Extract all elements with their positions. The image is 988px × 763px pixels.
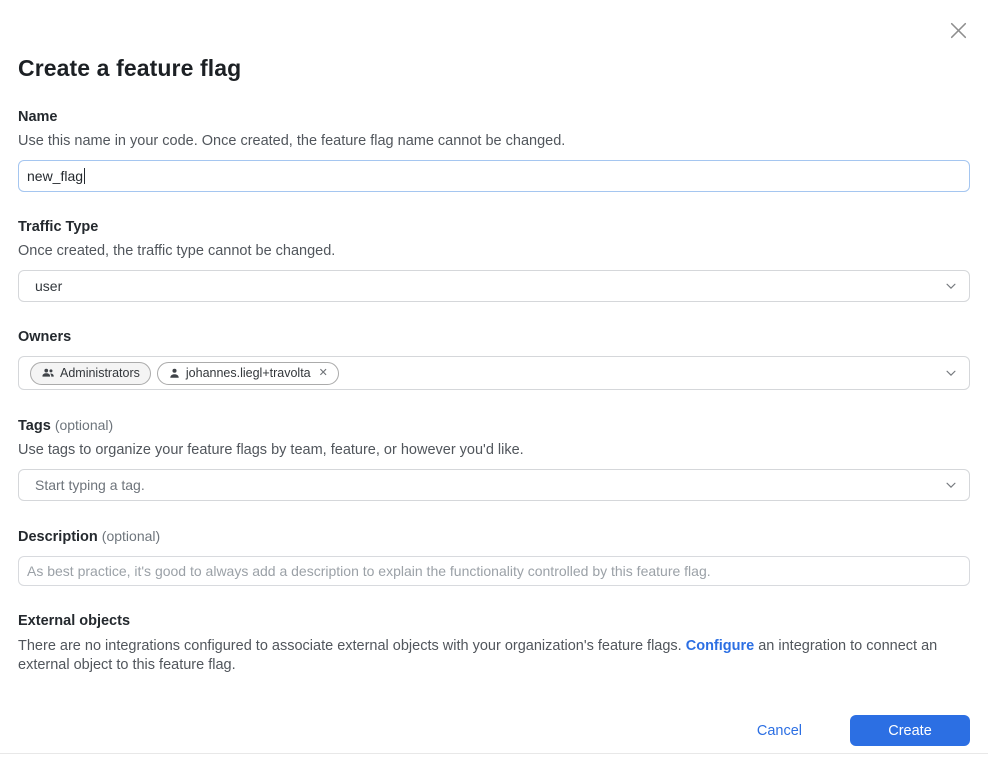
description-label-text: Description [18,529,98,545]
name-description: Use this name in your code. Once created… [18,132,970,151]
owner-chip-administrators[interactable]: Administrators [30,362,151,385]
configure-link[interactable]: Configure [686,638,754,654]
owner-chip-label: johannes.liegl+travolta [186,366,311,380]
description-label: Description (optional) [18,526,970,547]
name-field-section: Name Use this name in your code. Once cr… [18,107,970,192]
chevron-down-icon [944,478,958,492]
tags-section: Tags (optional) Use tags to organize you… [18,415,970,501]
description-optional-hint: (optional) [102,528,160,544]
tags-label: Tags (optional) [18,415,970,436]
remove-owner-icon[interactable]: ✕ [319,368,328,379]
traffic-type-select[interactable]: user [18,270,970,302]
group-icon [41,366,55,380]
external-objects-label: External objects [18,611,970,631]
description-input-wrap [18,556,970,586]
chevron-down-icon [944,366,958,380]
name-input[interactable]: new_flag [18,160,970,192]
bottom-divider [0,753,988,754]
tags-input[interactable] [35,477,935,493]
text-caret [84,168,85,184]
create-button[interactable]: Create [850,715,970,746]
owner-chip-user[interactable]: johannes.liegl+travolta ✕ [157,362,339,385]
close-x-glyph [948,20,969,41]
owners-label: Owners [18,327,970,347]
dialog-footer: Cancel Create [18,715,970,746]
tags-description: Use tags to organize your feature flags … [18,441,970,460]
tags-select[interactable] [18,469,970,501]
name-label: Name [18,107,970,127]
traffic-type-label: Traffic Type [18,217,970,237]
external-text-before: There are no integrations configured to … [18,638,686,654]
chevron-down-icon [944,279,958,293]
cancel-button[interactable]: Cancel [743,717,816,745]
dialog-title: Create a feature flag [18,0,970,82]
owner-chip-label: Administrators [60,366,140,380]
owners-select[interactable]: Administrators johannes.liegl+travolta ✕ [18,356,970,390]
description-input[interactable] [27,563,961,579]
description-section: Description (optional) [18,526,970,586]
close-icon[interactable] [944,16,972,44]
external-objects-text: There are no integrations configured to … [18,637,970,674]
person-icon [168,367,181,380]
external-objects-section: External objects There are no integratio… [18,611,970,674]
traffic-type-section: Traffic Type Once created, the traffic t… [18,217,970,302]
owners-section: Owners Administrators johannes.liegl+tra… [18,327,970,390]
tags-optional-hint: (optional) [55,417,113,433]
tags-label-text: Tags [18,418,51,434]
name-input-value: new_flag [27,168,83,184]
create-feature-flag-dialog: Create a feature flag Name Use this name… [0,0,988,763]
traffic-type-selected-value: user [35,278,62,294]
traffic-type-description: Once created, the traffic type cannot be… [18,242,970,261]
